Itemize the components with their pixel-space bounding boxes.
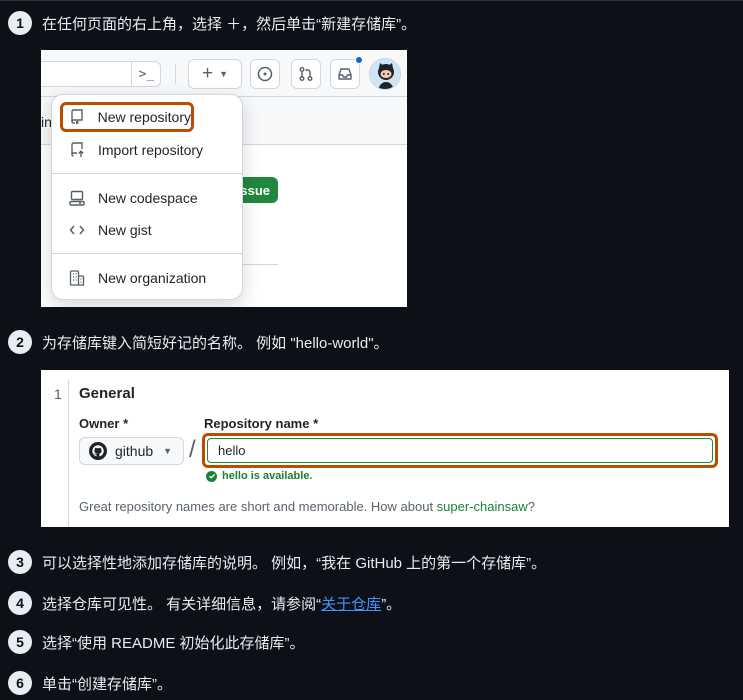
hint-text: Great repository names are short and mem…	[79, 499, 437, 514]
notification-dot	[355, 56, 363, 64]
step-text: 选择仓库可见性。 有关详细信息，请参阅“关于仓库”。	[42, 593, 401, 614]
step-4: 4 选择仓库可见性。 有关详细信息，请参阅“关于仓库”。	[8, 591, 401, 615]
inbox-icon	[338, 68, 352, 80]
step-text-end: ”。	[381, 595, 402, 613]
menu-item-label: New gist	[98, 222, 152, 238]
menu-item-label: New codespace	[98, 190, 198, 206]
step-text: 选择“使用 README 初始化此存储库”。	[42, 634, 305, 652]
step-text: 可以选择性地添加存储库的说明。 例如，“我在 GitHub 上的第一个存储库”。	[42, 554, 547, 572]
repository-name-input[interactable]: hello	[207, 438, 713, 463]
menu-divider	[52, 253, 242, 254]
plus-icon: +	[201, 63, 214, 84]
step-text: 为存储库键入简短好记的名称。 例如 "hello-world"。	[42, 334, 389, 352]
owner-value: github	[115, 443, 154, 459]
step-number: 1	[8, 11, 32, 35]
menu-item-import-repository[interactable]: Import repository	[60, 135, 236, 165]
step-text: 单击“创建存储库”。	[42, 675, 172, 693]
pull-requests-button[interactable]	[291, 59, 321, 89]
menu-item-label: Import repository	[98, 142, 204, 158]
step-5: 5 选择“使用 README 初始化此存储库”。	[8, 630, 305, 654]
issues-button[interactable]	[250, 59, 280, 89]
command-palette-icon[interactable]: >_	[131, 61, 161, 87]
path-separator: /	[189, 436, 196, 463]
menu-item-label: New organization	[98, 270, 207, 286]
about-repositories-link[interactable]: 关于仓库	[321, 596, 381, 613]
repository-name-label: Repository name *	[204, 416, 319, 431]
owner-label: Owner *	[79, 416, 129, 431]
create-new-button[interactable]: + ▼	[188, 59, 242, 89]
repo-push-icon	[68, 142, 86, 158]
availability-message: hello is available.	[206, 470, 313, 482]
availability-text: hello is available.	[222, 470, 313, 482]
step-number: 3	[8, 550, 32, 574]
section-title: General	[79, 385, 135, 402]
header-separator	[175, 64, 176, 84]
step-1: 1 在任何页面的右上角，选择 ＋，然后单击“新建存储库”。	[8, 11, 416, 35]
section-line	[68, 380, 69, 527]
new-repository-menu-screenshot: >_ + ▼ in ssue New repository Import rep…	[41, 50, 407, 307]
code-icon	[68, 222, 86, 238]
owner-select[interactable]: github ▼	[79, 437, 184, 465]
create-new-dropdown: New repository Import repository New cod…	[51, 94, 243, 300]
step-text-start: 选择仓库可见性。 有关详细信息，请参阅“	[42, 595, 322, 613]
hint-end: ?	[527, 499, 535, 514]
triangle-down-icon: ▼	[219, 69, 229, 79]
step-text: 在任何页面的右上角，选择 ＋，然后单击“新建存储库”。	[42, 15, 417, 33]
step-number: 2	[8, 330, 32, 354]
step-number: 4	[8, 591, 32, 615]
suggested-name[interactable]: super-chainsaw	[437, 499, 528, 514]
step-number: 6	[8, 671, 32, 695]
step-6: 6 单击“创建存储库”。	[8, 671, 172, 695]
step-number: 5	[8, 630, 32, 654]
github-logo-icon	[89, 442, 107, 460]
top-divider	[0, 0, 743, 1]
menu-item-new-repository[interactable]: New repository	[60, 102, 194, 132]
avatar[interactable]	[369, 58, 401, 90]
git-pull-request-icon	[299, 67, 313, 81]
repository-name-screenshot: 1 General Owner * Repository name * gith…	[41, 370, 729, 527]
repo-icon	[68, 109, 86, 125]
codespaces-icon	[68, 190, 86, 206]
step-3: 3 可以选择性地添加存储库的说明。 例如，“我在 GitHub 上的第一个存储库…	[8, 550, 546, 574]
check-circle-icon	[206, 470, 217, 482]
repository-name-highlight: hello	[202, 433, 718, 468]
menu-item-new-organization[interactable]: New organization	[60, 263, 236, 293]
menu-item-new-codespace[interactable]: New codespace	[60, 183, 236, 213]
inbox-button[interactable]	[330, 59, 360, 89]
issue-opened-icon	[257, 66, 273, 82]
organization-icon	[68, 270, 86, 286]
menu-item-label: New repository	[97, 109, 191, 125]
menu-item-new-gist[interactable]: New gist	[60, 215, 236, 245]
content-divider	[241, 264, 278, 265]
menu-divider	[52, 173, 242, 174]
step-2: 2 为存储库键入简短好记的名称。 例如 "hello-world"。	[8, 330, 389, 354]
section-number: 1	[54, 386, 62, 402]
repository-name-hint: Great repository names are short and mem…	[79, 499, 535, 514]
triangle-down-icon: ▼	[163, 446, 173, 456]
